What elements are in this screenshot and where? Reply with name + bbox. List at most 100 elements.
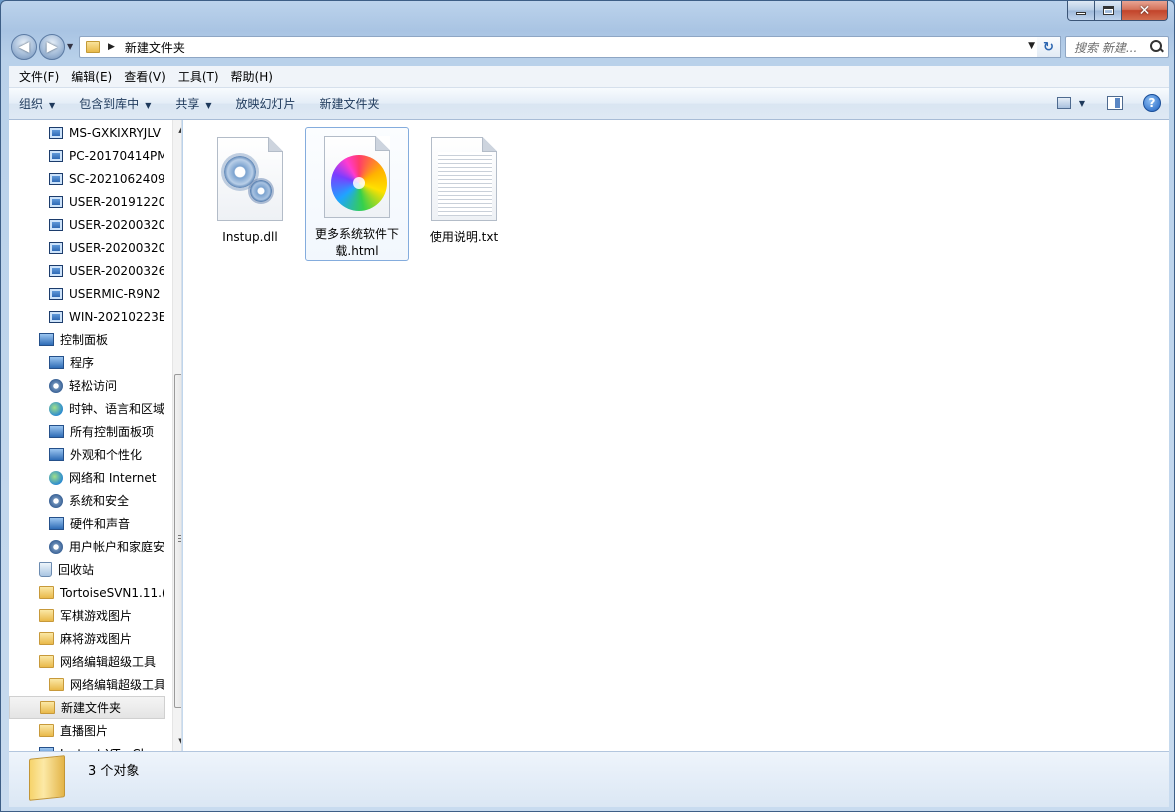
tree-item[interactable]: 所有控制面板项 [9, 420, 164, 443]
tree-item-label: 网络和 Internet [69, 471, 157, 485]
tree-item[interactable]: 网络编辑超级工具 [9, 673, 164, 696]
menu-help[interactable]: 帮助(H) [225, 66, 279, 88]
text-document-icon [431, 137, 497, 221]
view-options-dropdown-icon[interactable]: ▼ [1079, 99, 1085, 108]
refresh-button[interactable]: ↻ [1037, 36, 1061, 58]
organize-button[interactable]: 组织 ▼ [9, 95, 69, 112]
menu-tools[interactable]: 工具(T) [172, 66, 225, 88]
tree-item[interactable]: 程序 [9, 351, 164, 374]
breadcrumb-current[interactable]: 新建文件夹 [125, 39, 185, 56]
browser-pinwheel-icon [324, 136, 390, 218]
navigation-pane: MS-GXKIXRYJLV PC-20170414PM SC-20210624091… [9, 120, 182, 751]
tree-item[interactable]: TortoiseSVN1.11.( [9, 581, 164, 604]
help-icon[interactable]: ? [1143, 94, 1161, 112]
menu-file[interactable]: 文件(F) [13, 66, 65, 88]
chevron-down-icon: ▼ [205, 101, 212, 110]
tree-item[interactable]: 控制面板 [9, 328, 164, 351]
address-dropdown-icon[interactable]: ▼ [1028, 41, 1035, 51]
search-box[interactable]: 搜索 新建... [1065, 36, 1169, 58]
scroll-thumb[interactable] [174, 374, 181, 708]
tree-item[interactable]: USER-20200320I [9, 236, 164, 259]
file-item-instup-dll[interactable]: Instup.dll [198, 129, 302, 263]
slideshow-button[interactable]: 放映幻灯片 [226, 95, 310, 112]
file-item-html[interactable]: 更多系统软件下载.html [305, 127, 409, 261]
tree-item[interactable]: 军棋游戏图片 [9, 604, 164, 627]
tree-item[interactable]: 直播图片 [9, 719, 164, 742]
appearance-icon [49, 448, 64, 461]
scroll-down-icon[interactable]: ▼ [173, 733, 181, 749]
tree-item[interactable]: PC-20170414PM [9, 144, 164, 167]
tree-item[interactable]: 外观和个性化 [9, 443, 164, 466]
new-folder-button[interactable]: 新建文件夹 [310, 95, 394, 112]
tree-item[interactable]: USER-20191220I [9, 190, 164, 213]
share-button[interactable]: 共享 ▼ [165, 95, 225, 112]
tree-item-label: 麻将游戏图片 [60, 632, 133, 646]
tree-item[interactable]: 网络编辑超级工具 [9, 650, 164, 673]
include-in-library-button[interactable]: 包含到库中 ▼ [69, 95, 165, 112]
hardware-icon [49, 517, 64, 530]
tree-item[interactable]: 新建文件夹 [9, 696, 165, 719]
computer-icon [49, 264, 63, 277]
tree-item-label: 网络编辑超级工具 [60, 655, 157, 669]
tree-item-label: 回收站 [58, 563, 95, 577]
tree-item-label: 直播图片 [60, 724, 109, 738]
tree-item[interactable]: USER-20200320. [9, 213, 164, 236]
address-bar[interactable]: ▶ 新建文件夹 ▼ [79, 36, 1042, 58]
tree-item-label: USER-20200320. [69, 217, 164, 232]
tree-item[interactable]: 用户帐户和家庭安 [9, 535, 164, 558]
menu-view[interactable]: 查看(V) [118, 66, 172, 88]
file-item-txt[interactable]: 使用说明.txt [412, 129, 516, 263]
preview-pane-icon[interactable] [1107, 96, 1123, 110]
menu-edit[interactable]: 编辑(E) [65, 66, 118, 88]
tree-item[interactable]: USER-20200326\ [9, 259, 164, 282]
tree-item[interactable]: 回收站 [9, 558, 164, 581]
forward-button[interactable]: ▶ [39, 34, 65, 60]
tree-item[interactable]: MS-GXKIXRYJLV [9, 121, 164, 144]
command-bar: 组织 ▼ 包含到库中 ▼ 共享 ▼ 放映幻灯片 新建文件夹 ▼ ? [9, 88, 1169, 120]
tree-item-label: 军棋游戏图片 [60, 609, 133, 623]
tree-item[interactable]: USERMIC-R9N2 [9, 282, 164, 305]
tree-item[interactable]: 轻松访问 [9, 374, 164, 397]
computer-icon [49, 172, 63, 185]
tree-item[interactable]: 麻将游戏图片 [9, 627, 164, 650]
folder-icon [39, 609, 54, 622]
menu-bar: 文件(F) 编辑(E) 查看(V) 工具(T) 帮助(H) [9, 66, 1169, 88]
change-view-icon[interactable] [1056, 97, 1071, 109]
tree-item-label: TortoiseSVN1.11.( [60, 585, 164, 600]
recent-pages-dropdown[interactable]: ▼ [67, 42, 73, 51]
refresh-icon: ↻ [1043, 39, 1054, 55]
user-accounts-icon [49, 539, 63, 554]
tree-item[interactable]: WIN-20210223E [9, 305, 164, 328]
file-name: Instup.dll [222, 230, 278, 244]
tree-item-label: 程序 [70, 356, 95, 370]
close-button[interactable]: ✕ [1122, 1, 1168, 21]
address-row: ◀ ▶ ▼ ▶ 新建文件夹 ▼ ↻ 搜索 新建... [9, 33, 1169, 61]
tree-item-label: 网络编辑超级工具 [70, 678, 164, 692]
minimize-button[interactable] [1067, 1, 1095, 21]
tree-item[interactable]: 硬件和声音 [9, 512, 164, 535]
tree-item[interactable]: 网络和 Internet [9, 466, 164, 489]
caption-buttons: ✕ [1067, 1, 1168, 21]
tree-item-label: PC-20170414PM [69, 148, 164, 163]
folder-icon [39, 655, 54, 668]
scroll-up-icon[interactable]: ▲ [173, 122, 181, 138]
tree-item-label: 新建文件夹 [61, 701, 122, 715]
folder-icon [40, 701, 55, 714]
navigation-scrollbar[interactable]: ▲ ▼ [172, 120, 181, 751]
search-input[interactable]: 搜索 新建... [1074, 39, 1150, 56]
control-panel-icon [39, 333, 54, 346]
file-list: Instup.dll 更多系统软件下载.html 使用说明.txt [183, 120, 1169, 751]
tree-item[interactable]: 系统和安全 [9, 489, 164, 512]
tree-item[interactable]: Instant YT - Cl [9, 742, 164, 751]
tree-item[interactable]: SC-20210624091 [9, 167, 164, 190]
back-button[interactable]: ◀ [11, 34, 37, 60]
ease-of-access-icon [49, 378, 63, 393]
maximize-button[interactable] [1095, 1, 1122, 21]
tree-item[interactable]: 时钟、语言和区域 [9, 397, 164, 420]
breadcrumb-chevron-icon[interactable]: ▶ [108, 42, 115, 52]
tree-item-label: 控制面板 [60, 333, 109, 347]
view-controls: ▼ ? [1056, 94, 1161, 112]
tree-item-label: 用户帐户和家庭安 [69, 540, 164, 554]
folder-icon [39, 632, 54, 645]
computer-icon [49, 195, 63, 208]
